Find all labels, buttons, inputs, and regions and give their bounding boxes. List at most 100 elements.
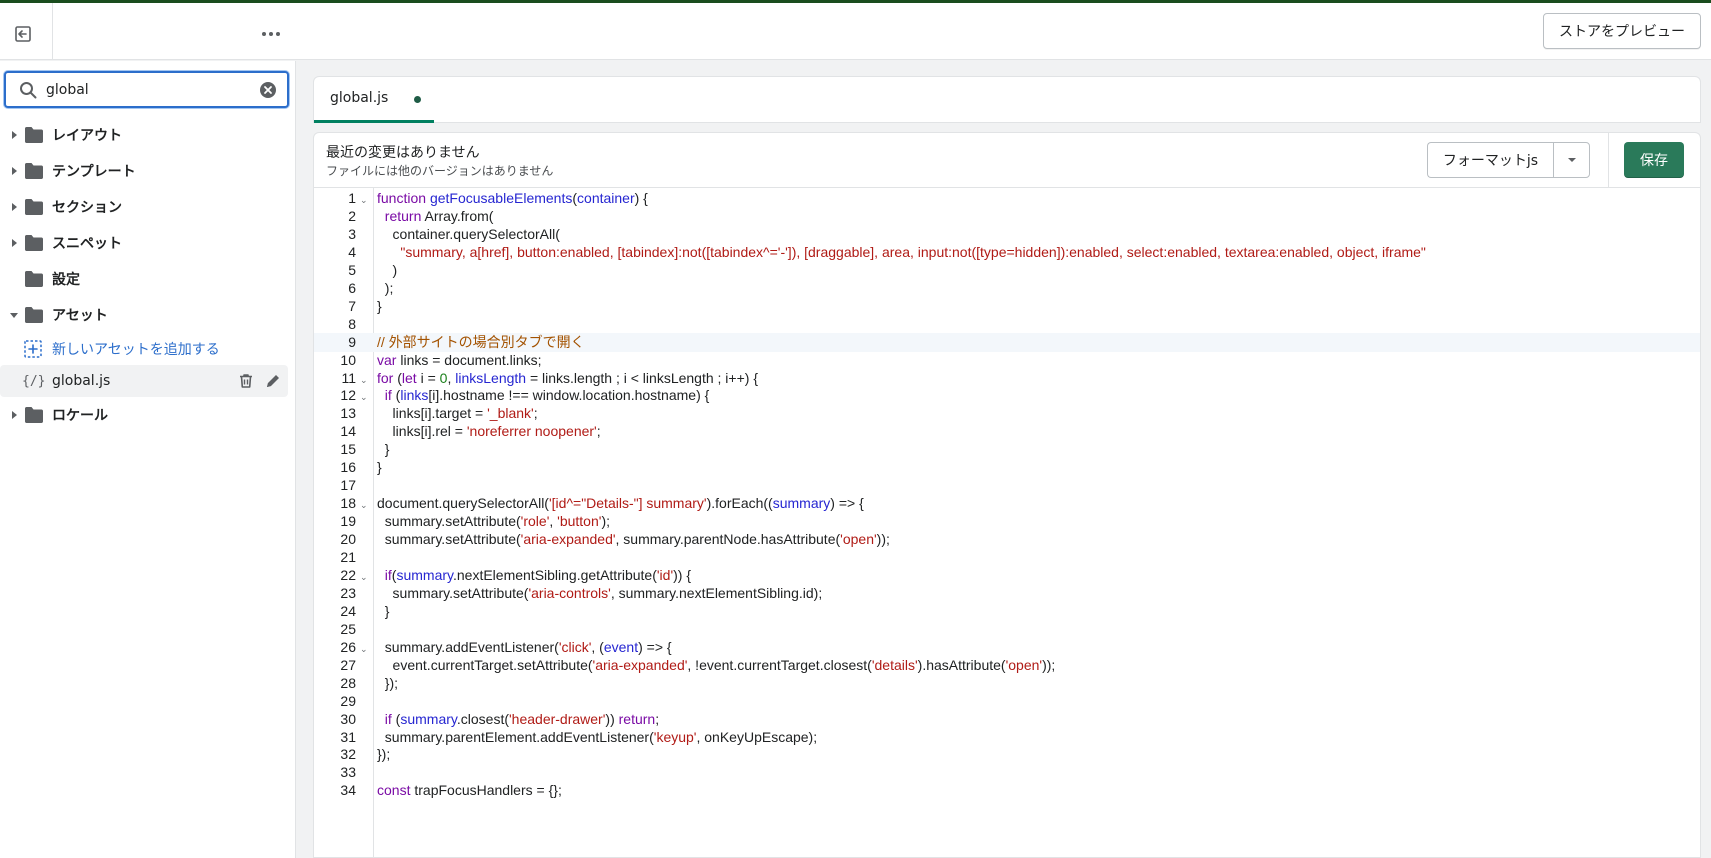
folder-icon: [25, 307, 43, 323]
code-line[interactable]: 12 ⌄ if (links[i].hostname !== window.loc…: [314, 386, 1700, 406]
code-line[interactable]: 17: [314, 476, 1700, 496]
save-button[interactable]: 保存: [1624, 142, 1684, 178]
folder-label: テンプレート: [52, 164, 136, 180]
code-text: summary.setAttribute('aria-controls', su…: [377, 584, 823, 601]
line-number: 27: [340, 656, 356, 673]
code-line[interactable]: 33: [314, 763, 1700, 783]
folder-icon: [25, 199, 43, 215]
code-line[interactable]: 4 "summary, a[href], button:enabled, [ta…: [314, 243, 1700, 263]
code-line[interactable]: 11 ⌄ for (let i = 0, linksLength = links.l…: [314, 369, 1700, 389]
line-number: 26: [340, 638, 356, 655]
add-asset-label: 新しいアセットを追加する: [52, 342, 220, 358]
code-text: );: [377, 279, 394, 296]
exit-icon[interactable]: [8, 19, 38, 49]
code-line[interactable]: 2 return Array.from(: [314, 207, 1700, 227]
tab-label: global.js: [330, 90, 389, 106]
search-input[interactable]: [46, 78, 246, 101]
line-number: 17: [340, 477, 356, 494]
code-text: summary.addEventListener('click', (event…: [377, 638, 672, 655]
code-line[interactable]: 13 links[i].target = '_blank';: [314, 404, 1700, 424]
preview-store-button[interactable]: ストアをプレビュー: [1543, 13, 1701, 49]
code-line[interactable]: 19 summary.setAttribute('role', 'button'…: [314, 512, 1700, 532]
code-text: links[i].target = '_blank';: [377, 405, 538, 422]
file-global-js[interactable]: {/} global.js: [0, 365, 288, 397]
line-number: 11: [341, 369, 356, 386]
code-text: }: [377, 602, 390, 619]
code-line[interactable]: 6 );: [314, 279, 1700, 299]
format-dropdown-button[interactable]: [1553, 142, 1590, 178]
line-number: 33: [340, 764, 356, 781]
line-number: 30: [340, 710, 356, 727]
folder-label: 設定: [52, 272, 80, 288]
editor-header: 最近の変更はありません ファイルには他のバージョンはありません フォーマットjs…: [314, 133, 1700, 188]
line-number: 1: [348, 190, 356, 206]
code-line[interactable]: 29: [314, 692, 1700, 712]
code-line[interactable]: 8: [314, 315, 1700, 335]
code-line[interactable]: 10 var links = document.links;: [314, 351, 1700, 371]
line-number: 31: [340, 728, 356, 745]
code-line[interactable]: 1 ⌄ function getFocusableElements(containe…: [314, 189, 1700, 209]
code-text: if (links[i].hostname !== window.locatio…: [384, 387, 710, 404]
code-line[interactable]: 3 container.querySelectorAll(: [314, 225, 1700, 245]
line-number: 21: [340, 549, 356, 565]
code-line[interactable]: 18 ⌄ document.querySelectorAll('[id^="Deta…: [314, 494, 1700, 514]
code-text: document.querySelectorAll('[id^="Details…: [377, 495, 864, 512]
format-js-button[interactable]: フォーマットjs: [1427, 142, 1553, 178]
code-line[interactable]: 27 event.currentTarget.setAttribute('ari…: [314, 656, 1700, 676]
search-icon: [20, 82, 37, 99]
folder-label: セクション: [52, 200, 122, 216]
code-line[interactable]: 31 summary.parentElement.addEventListene…: [314, 728, 1700, 748]
code-line[interactable]: 16}: [314, 458, 1700, 478]
caret-down-icon: [1567, 158, 1576, 162]
clear-search-icon[interactable]: [258, 80, 278, 100]
code-line[interactable]: 34 const trapFocusHandlers = {};: [314, 781, 1700, 801]
folder-icon: [25, 271, 43, 287]
add-file-icon: [24, 340, 42, 358]
tab-global-js[interactable]: global.js: [314, 77, 434, 123]
code-line[interactable]: 14 links[i].rel = 'noreferrer noopener';: [314, 422, 1700, 442]
trash-icon[interactable]: [237, 372, 255, 390]
folder-icon: [25, 407, 43, 423]
more-actions-icon[interactable]: [256, 19, 286, 49]
code-line[interactable]: 7}: [314, 297, 1700, 317]
code-text: // 外部サイトの場合別タブで開く: [377, 333, 585, 350]
code-text: var links = document.links;: [377, 351, 542, 368]
file-tree: レイアウト テンプレート セクション スニペット 設定 アセット 新しいアセット…: [0, 117, 296, 433]
file-label: global.js: [52, 373, 111, 389]
code-line[interactable]: 23 summary.setAttribute('aria-controls',…: [314, 584, 1700, 604]
folder-sections[interactable]: セクション: [0, 189, 296, 225]
code-text: if(summary.nextElementSibling.getAttribu…: [384, 566, 692, 583]
folder-snippets[interactable]: スニペット: [0, 225, 296, 261]
folder-templates[interactable]: テンプレート: [0, 153, 296, 189]
code-line[interactable]: 21: [314, 548, 1700, 568]
status-subtitle: ファイルには他のバージョンはありません: [326, 164, 554, 178]
chevron-down-icon: [9, 310, 19, 320]
line-number: 13: [340, 405, 356, 422]
code-line[interactable]: 32});: [314, 745, 1700, 765]
chevron-right-icon: [9, 130, 19, 140]
folder-label: ロケール: [52, 408, 108, 424]
code-line[interactable]: 9 // 外部サイトの場合別タブで開く: [314, 332, 1700, 353]
folder-layout[interactable]: レイアウト: [0, 117, 296, 153]
folder-locales[interactable]: ロケール: [0, 397, 296, 433]
add-asset-link[interactable]: 新しいアセットを追加する: [0, 333, 296, 365]
code-editor[interactable]: 1 ⌄ function getFocusableElements(containe…: [314, 188, 1700, 857]
code-line[interactable]: 15 }: [314, 440, 1700, 460]
folder-settings[interactable]: 設定: [0, 261, 296, 297]
file-sidebar: レイアウト テンプレート セクション スニペット 設定 アセット 新: [0, 61, 296, 858]
code-line[interactable]: 24 }: [314, 602, 1700, 622]
code-line[interactable]: 20 summary.setAttribute('aria-expanded',…: [314, 530, 1700, 550]
code-line[interactable]: 5 ): [314, 261, 1700, 281]
line-number: 28: [340, 674, 356, 691]
code-line[interactable]: 22 ⌄ if(summary.nextElementSibling.getAtt…: [314, 566, 1700, 586]
code-text: links[i].rel = 'noreferrer noopener';: [377, 423, 601, 440]
code-line[interactable]: 30 if (summary.closest('header-drawer'))…: [314, 710, 1700, 730]
line-number: 9: [348, 333, 356, 350]
code-line[interactable]: 26 ⌄ summary.addEventListener('click', (e…: [314, 638, 1700, 658]
code-line[interactable]: 28 });: [314, 674, 1700, 694]
folder-assets[interactable]: アセット: [0, 297, 296, 333]
code-line[interactable]: 25: [314, 620, 1700, 640]
pencil-icon[interactable]: [264, 372, 282, 390]
file-search-box: [4, 71, 289, 108]
code-text: }: [377, 297, 382, 314]
